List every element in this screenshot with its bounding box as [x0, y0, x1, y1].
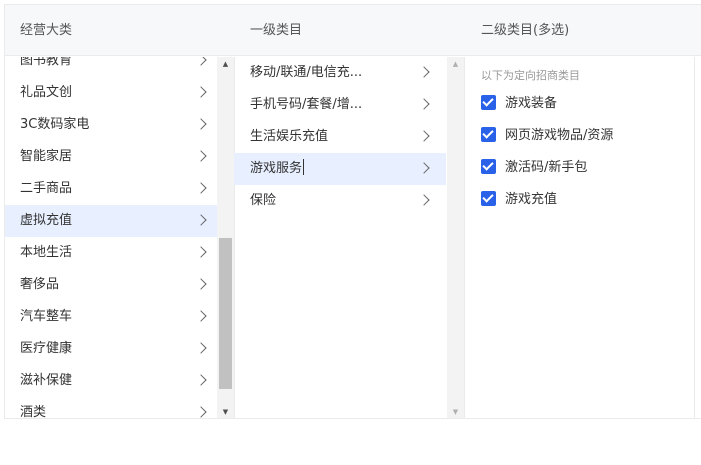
checkbox-checked-icon[interactable] [481, 159, 496, 174]
chevron-right-icon [195, 342, 207, 354]
chevron-right-icon [195, 310, 207, 322]
scroll-down-arrow-icon[interactable]: ▼ [447, 405, 464, 418]
category-label: 本地生活 [20, 245, 73, 260]
level2-category-list: 以下为定向招商类目 游戏装备网页游戏物品/资源 激活码/新手包 游戏充值 [464, 57, 694, 418]
chevron-right-icon [195, 86, 207, 98]
category-label: 虚拟充值 [20, 213, 73, 228]
chevron-right-icon [418, 130, 430, 142]
category-item[interactable]: 奢侈品 [5, 269, 217, 301]
category-label: 滋补保健 [20, 373, 73, 388]
business-category-scrollbar[interactable]: ▲ ▼ [217, 57, 234, 418]
category-item[interactable]: 酒类 [5, 397, 217, 419]
chevron-right-icon [195, 182, 207, 194]
level1-category-list: 移动/联通/电信充... 手机号码/套餐/增... 生活娱乐充值 游戏服务保险 [234, 57, 446, 418]
category-label: 奢侈品 [20, 277, 60, 292]
chevron-right-icon [418, 98, 430, 110]
chevron-right-icon [418, 66, 430, 78]
checkbox-checked-icon[interactable] [481, 191, 496, 206]
category-label: 汽车整车 [20, 309, 73, 324]
scroll-up-arrow-icon[interactable]: ▲ [217, 57, 234, 71]
header-level1-category: 一级类目 [250, 23, 303, 38]
level2-label: 激活码/新手包 [505, 160, 588, 175]
category-label: 酒类 [20, 405, 47, 419]
category-item[interactable]: 智能家居 [5, 141, 217, 173]
column-divider [694, 57, 695, 418]
level1-label: 生活娱乐充值 [250, 129, 329, 144]
level2-label: 网页游戏物品/资源 [505, 128, 614, 143]
scroll-up-arrow-icon[interactable]: ▲ [447, 57, 464, 71]
chevron-right-icon [418, 194, 430, 206]
level1-item[interactable]: 游戏服务 [234, 153, 446, 185]
category-item[interactable]: 滋补保健 [5, 365, 217, 397]
directed-recruit-hint: 以下为定向招商类目 [481, 69, 580, 82]
level1-label: 手机号码/套餐/增... [250, 97, 363, 112]
checkbox-checked-icon[interactable] [481, 95, 496, 110]
category-item[interactable]: 本地生活 [5, 237, 217, 269]
level1-label: 保险 [250, 193, 277, 208]
chevron-right-icon [418, 162, 430, 174]
chevron-right-icon [195, 150, 207, 162]
header-business-category: 经营大类 [20, 23, 73, 38]
level2-checkbox-option[interactable]: 激活码/新手包 [481, 152, 613, 184]
level1-item[interactable]: 手机号码/套餐/增... [234, 89, 446, 121]
chevron-right-icon [195, 214, 207, 226]
level2-checkbox-option[interactable]: 游戏装备 [481, 88, 613, 120]
category-label: 二手商品 [20, 181, 73, 196]
chevron-right-icon [195, 406, 207, 418]
category-item[interactable]: 3C数码家电 [5, 109, 217, 141]
level1-label: 移动/联通/电信充... [250, 65, 363, 80]
checkbox-checked-icon[interactable] [481, 127, 496, 142]
level1-category-scrollbar[interactable]: ▲ ▼ [447, 57, 464, 418]
category-item[interactable]: 二手商品 [5, 173, 217, 205]
category-item[interactable]: 医疗健康 [5, 333, 217, 365]
level2-label: 游戏装备 [505, 96, 558, 111]
chevron-right-icon [195, 246, 207, 258]
picker-header: 经营大类 一级类目 二级类目(多选) [5, 5, 701, 56]
category-picker-panel: 经营大类 一级类目 二级类目(多选) 图书教育礼品文创 3C数码家电 智能家居二手商… [4, 4, 701, 419]
scrollbar-thumb[interactable] [219, 238, 232, 389]
level1-item[interactable]: 生活娱乐充值 [234, 121, 446, 153]
chevron-right-icon [195, 278, 207, 290]
text-cursor [303, 159, 305, 175]
chevron-right-icon [195, 374, 207, 386]
level1-item[interactable]: 移动/联通/电信充... [234, 57, 446, 89]
level1-item[interactable]: 保险 [234, 185, 446, 217]
category-label: 图书教育 [20, 57, 73, 68]
level2-label: 游戏充值 [505, 192, 558, 207]
category-item[interactable]: 汽车整车 [5, 301, 217, 333]
category-item[interactable]: 礼品文创 [5, 77, 217, 109]
category-label: 3C数码家电 [20, 117, 90, 132]
category-item[interactable]: 图书教育 [5, 57, 217, 77]
scroll-down-arrow-icon[interactable]: ▼ [217, 405, 234, 418]
level2-checkbox-option[interactable]: 网页游戏物品/资源 [481, 120, 613, 152]
level1-label: 游戏服务 [250, 161, 303, 176]
category-label: 礼品文创 [20, 85, 73, 100]
category-label: 医疗健康 [20, 341, 73, 356]
chevron-right-icon [195, 57, 207, 66]
category-item[interactable]: 虚拟充值 [5, 205, 217, 237]
business-category-list: 图书教育礼品文创 3C数码家电 智能家居二手商品虚拟充值本地生活奢侈品汽车整车医疗健… [5, 57, 217, 419]
level2-checkbox-option[interactable]: 游戏充值 [481, 184, 613, 216]
header-level2-category: 二级类目(多选) [481, 23, 570, 38]
category-label: 智能家居 [20, 149, 73, 164]
chevron-right-icon [195, 118, 207, 130]
